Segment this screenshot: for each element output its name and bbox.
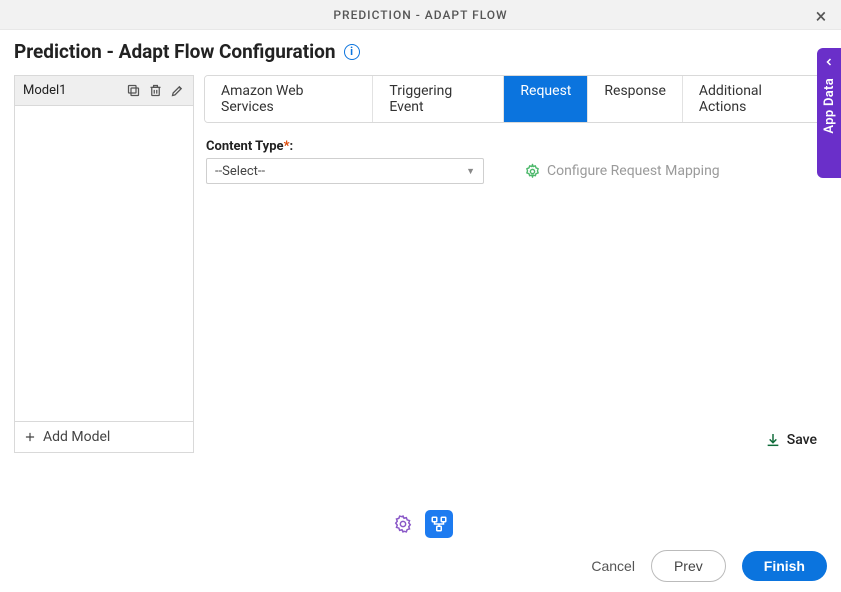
- cancel-button[interactable]: Cancel: [591, 558, 635, 574]
- tab-response[interactable]: Response: [588, 76, 683, 122]
- request-content: Content Type*: --Select-- ▼ Configure Re…: [204, 123, 827, 427]
- tab-request[interactable]: Request: [504, 76, 588, 122]
- app-data-label: App Data: [822, 78, 837, 134]
- app-data-drawer-toggle[interactable]: App Data: [817, 48, 841, 178]
- required-indicator: *: [284, 139, 290, 154]
- bottom-toolbar: [0, 510, 841, 538]
- content-type-select[interactable]: --Select-- ▼: [206, 158, 484, 184]
- prev-button[interactable]: Prev: [651, 550, 726, 582]
- save-label: Save: [787, 432, 817, 448]
- dialog-title: PREDICTION - ADAPT FLOW: [333, 8, 507, 22]
- download-icon: [765, 432, 781, 448]
- model-sidebar: Model1 Add Model: [14, 75, 194, 453]
- chevron-left-icon: [823, 56, 835, 68]
- add-model-button[interactable]: Add Model: [15, 421, 193, 452]
- flow-icon: [430, 515, 448, 533]
- gear-icon: [524, 163, 541, 180]
- tab-aws[interactable]: Amazon Web Services: [205, 76, 373, 122]
- plus-icon: [23, 430, 37, 444]
- settings-icon-button[interactable]: [389, 510, 417, 538]
- main-panel: Amazon Web Services Triggering Event Req…: [204, 75, 827, 453]
- info-icon[interactable]: i: [344, 44, 360, 60]
- edit-icon[interactable]: [169, 83, 185, 99]
- header: Prediction - Adapt Flow Configuration i: [0, 30, 841, 75]
- delete-icon[interactable]: [147, 83, 163, 99]
- flow-icon-button[interactable]: [425, 510, 453, 538]
- close-icon[interactable]: ×: [809, 2, 833, 30]
- configure-request-mapping[interactable]: Configure Request Mapping: [524, 163, 720, 180]
- copy-icon[interactable]: [125, 83, 141, 99]
- model-row[interactable]: Model1: [15, 76, 193, 106]
- model-name: Model1: [23, 83, 125, 98]
- add-model-label: Add Model: [43, 429, 110, 445]
- save-button[interactable]: Save: [765, 432, 817, 448]
- gear-icon: [393, 514, 413, 534]
- titlebar: PREDICTION - ADAPT FLOW ×: [0, 0, 841, 30]
- content-type-label: Content Type*:: [206, 139, 827, 154]
- configure-mapping-label: Configure Request Mapping: [547, 163, 720, 179]
- footer-buttons: Cancel Prev Finish: [591, 550, 827, 582]
- page-title: Prediction - Adapt Flow Configuration: [14, 40, 336, 63]
- finish-button[interactable]: Finish: [742, 551, 827, 581]
- chevron-down-icon: ▼: [466, 166, 475, 177]
- tabs: Amazon Web Services Triggering Event Req…: [204, 75, 827, 123]
- tab-additional-actions[interactable]: Additional Actions: [683, 76, 826, 122]
- select-value: --Select--: [215, 164, 265, 179]
- tab-triggering-event[interactable]: Triggering Event: [373, 76, 504, 122]
